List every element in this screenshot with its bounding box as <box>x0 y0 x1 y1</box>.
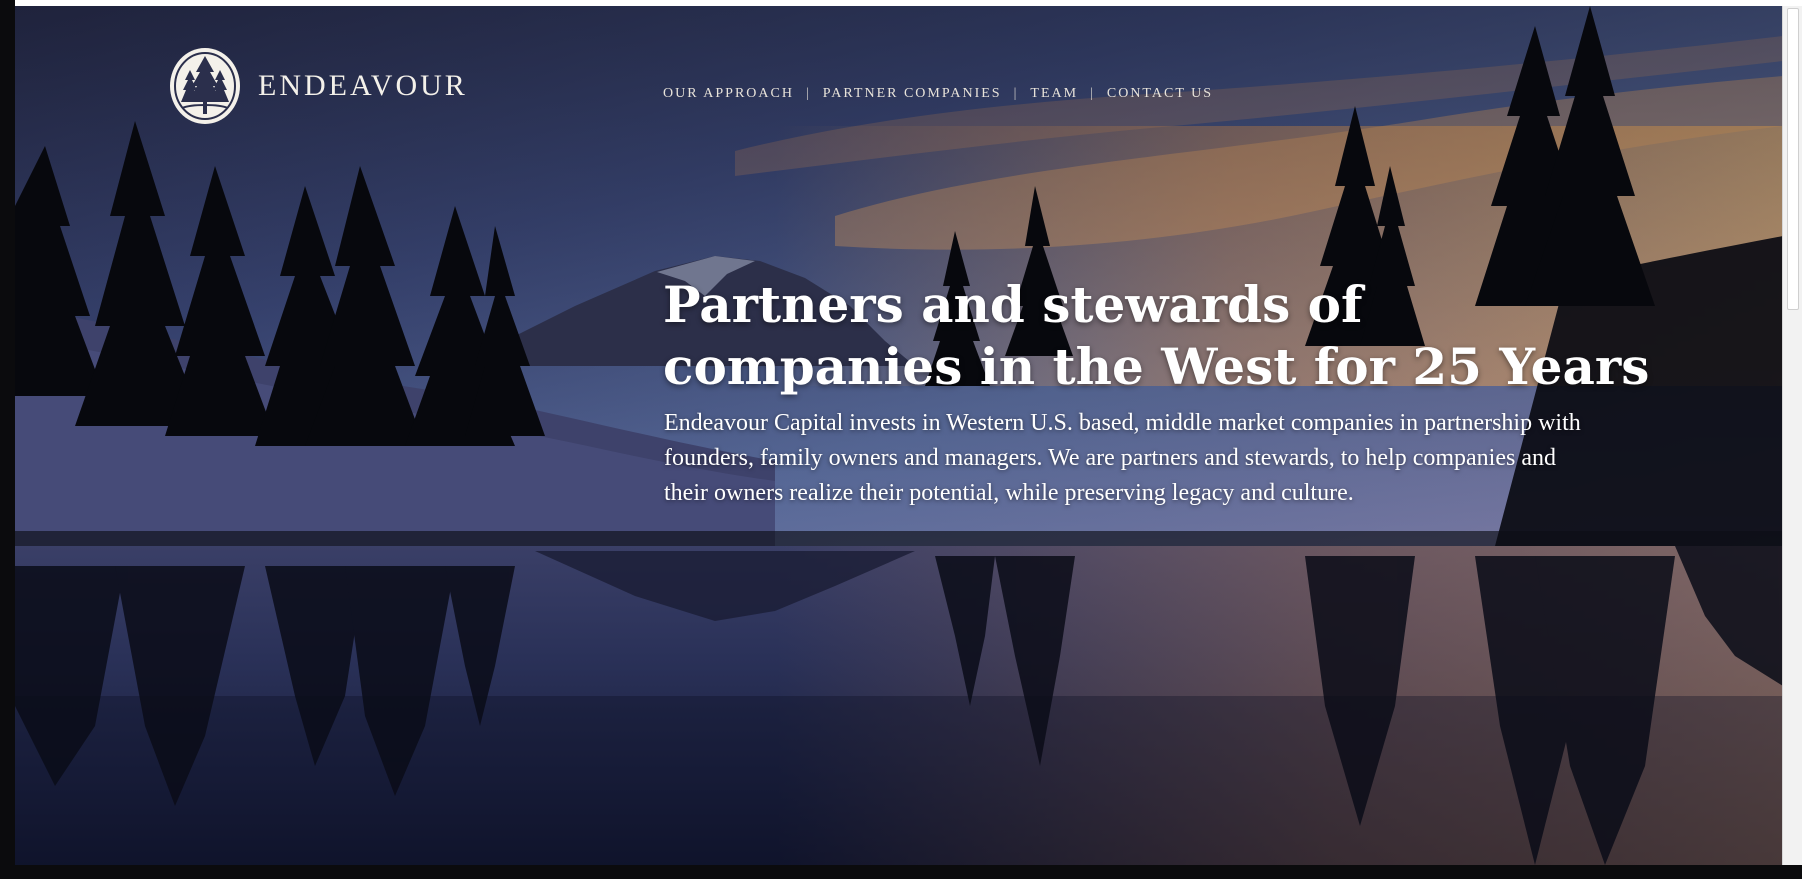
hero-section: ENDEAVOUR OUR APPROACH | PARTNER COMPANI… <box>15 6 1783 865</box>
nav-item-team[interactable]: TEAM <box>1030 86 1078 102</box>
brand-logo[interactable]: ENDEAVOUR <box>168 46 468 126</box>
nav-separator: | <box>805 86 811 101</box>
hero-headline: Partners and stewards of companies in th… <box>663 274 1723 398</box>
browser-viewport: ENDEAVOUR OUR APPROACH | PARTNER COMPANI… <box>0 0 1802 879</box>
vertical-scrollbar[interactable] <box>1782 6 1802 865</box>
nav-item-contact-us[interactable]: CONTACT US <box>1107 86 1213 102</box>
nav-item-our-approach[interactable]: OUR APPROACH <box>663 86 794 102</box>
window-edge-left <box>0 0 15 879</box>
hero-headline-line-2: companies in the West for 25 Years <box>663 337 1650 396</box>
scrollbar-thumb[interactable] <box>1787 8 1799 310</box>
tree-seal-icon <box>170 48 240 124</box>
nav-separator: | <box>1090 86 1095 101</box>
nav-separator: | <box>1013 86 1019 101</box>
brand-name: ENDEAVOUR <box>258 69 468 102</box>
main-nav: OUR APPROACH | PARTNER COMPANIES | TEAM … <box>663 86 1213 102</box>
hero-headline-line-1: Partners and stewards of <box>663 275 1363 334</box>
window-edge-bottom <box>0 865 1802 879</box>
nav-item-partner-companies[interactable]: PARTNER COMPANIES <box>823 86 1002 102</box>
hero-description: Endeavour Capital invests in Western U.S… <box>664 410 1581 506</box>
